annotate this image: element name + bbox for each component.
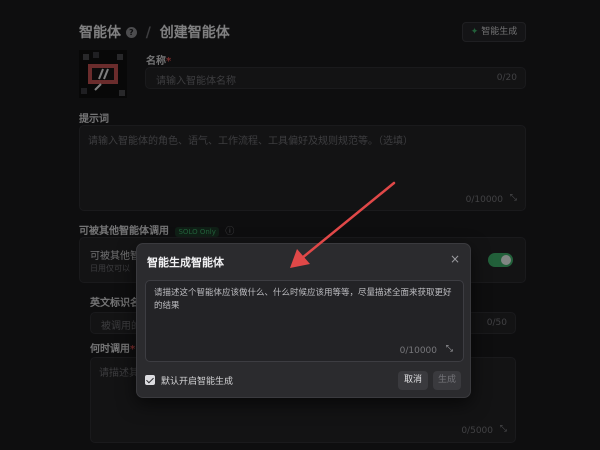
dialog-title: 智能生成智能体: [147, 256, 224, 269]
default-enable-checkbox[interactable]: [145, 375, 155, 385]
cancel-button[interactable]: 取消: [398, 371, 428, 390]
ai-generate-dialog: 智能生成智能体 × 请描述这个智能体应该做什么、什么时候应该用等等，尽量描述全面…: [136, 243, 471, 398]
default-enable-label[interactable]: 默认开启智能生成: [161, 374, 233, 387]
description-textarea[interactable]: 请描述这个智能体应该做什么、什么时候应该用等等，尽量描述全面来获取更好的结果 0…: [145, 280, 464, 362]
description-counter: 0/10000: [399, 346, 437, 356]
expand-icon[interactable]: ⤡: [446, 344, 453, 354]
close-icon[interactable]: ×: [450, 252, 460, 266]
generate-button[interactable]: 生成: [433, 371, 461, 390]
description-text: 请描述这个智能体应该做什么、什么时候应该用等等，尽量描述全面来获取更好的结果: [154, 288, 452, 311]
